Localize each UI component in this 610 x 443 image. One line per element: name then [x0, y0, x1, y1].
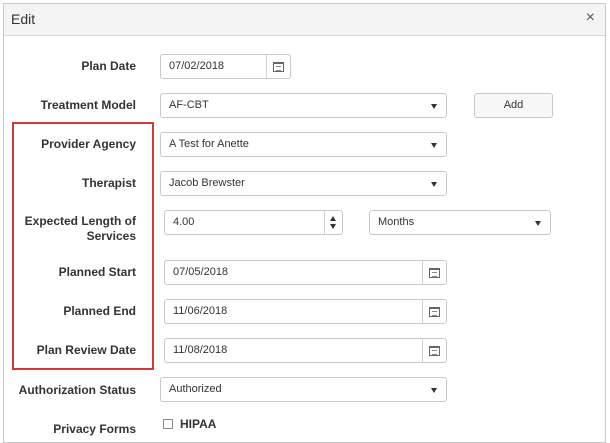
expected-length-label-line2: Services: [86, 229, 136, 243]
stepper-down-icon[interactable]: [330, 224, 336, 229]
therapist-select[interactable]: Jacob Brewster: [160, 171, 447, 196]
provider-agency-value: A Test for Anette: [169, 138, 249, 150]
expected-length-label-line1: Expected Length of: [24, 214, 136, 228]
hipaa-checkbox-label: HIPAA: [180, 417, 217, 431]
number-stepper[interactable]: [324, 211, 342, 234]
hipaa-checkbox[interactable]: [163, 419, 173, 429]
dialog-titlebar: Edit ×: [4, 4, 605, 36]
highlight-box: [12, 122, 154, 370]
therapist-label: Therapist: [81, 176, 136, 190]
plan-review-date-value: 11/08/2018: [173, 344, 228, 356]
treatment-model-value: AF-CBT: [169, 99, 209, 111]
plan-review-date-field[interactable]: 11/08/2018: [164, 338, 447, 363]
authorization-status-label: Authorization Status: [18, 383, 136, 397]
calendar-icon: [429, 345, 440, 356]
dialog-title: Edit: [11, 11, 36, 27]
plan-review-date-label: Plan Review Date: [36, 343, 136, 357]
privacy-forms-label: Privacy Forms: [53, 422, 136, 436]
chevron-down-icon: [431, 143, 437, 148]
calendar-icon: [429, 306, 440, 317]
chevron-down-icon: [431, 104, 437, 109]
planned-end-calendar-button[interactable]: [422, 300, 446, 323]
planned-start-field[interactable]: 07/05/2018: [164, 260, 447, 285]
chevron-down-icon: [535, 221, 541, 226]
plan-date-label: Plan Date: [81, 59, 136, 73]
planned-end-field[interactable]: 11/06/2018: [164, 299, 447, 324]
plan-review-date-calendar-button[interactable]: [422, 339, 446, 362]
stepper-up-icon[interactable]: [330, 216, 336, 221]
authorization-status-value: Authorized: [169, 383, 222, 395]
length-unit-value: Months: [378, 216, 415, 228]
expected-length-value: 4.00: [173, 216, 195, 228]
close-icon[interactable]: ×: [586, 9, 595, 27]
chevron-down-icon: [431, 388, 437, 393]
therapist-value: Jacob Brewster: [169, 177, 245, 189]
provider-agency-label: Provider Agency: [41, 137, 136, 151]
treatment-model-select[interactable]: AF-CBT: [160, 93, 447, 118]
provider-agency-select[interactable]: A Test for Anette: [160, 132, 447, 157]
calendar-icon: [429, 267, 440, 278]
treatment-model-label: Treatment Model: [40, 98, 136, 112]
planned-start-value: 07/05/2018: [173, 266, 229, 278]
expected-length-input[interactable]: 4.00: [164, 210, 343, 235]
length-unit-select[interactable]: Months: [369, 210, 551, 235]
chevron-down-icon: [431, 182, 437, 187]
planned-start-calendar-button[interactable]: [422, 261, 446, 284]
planned-start-label: Planned Start: [58, 265, 136, 279]
plan-date-value: 07/02/2018: [169, 60, 225, 72]
calendar-icon: [273, 61, 284, 72]
planned-end-value: 11/06/2018: [173, 305, 228, 317]
authorization-status-select[interactable]: Authorized: [160, 377, 447, 402]
planned-end-label: Planned End: [63, 304, 136, 318]
plan-date-field[interactable]: 07/02/2018: [160, 54, 291, 79]
add-button[interactable]: Add: [474, 93, 553, 118]
plan-date-calendar-button[interactable]: [266, 55, 290, 78]
